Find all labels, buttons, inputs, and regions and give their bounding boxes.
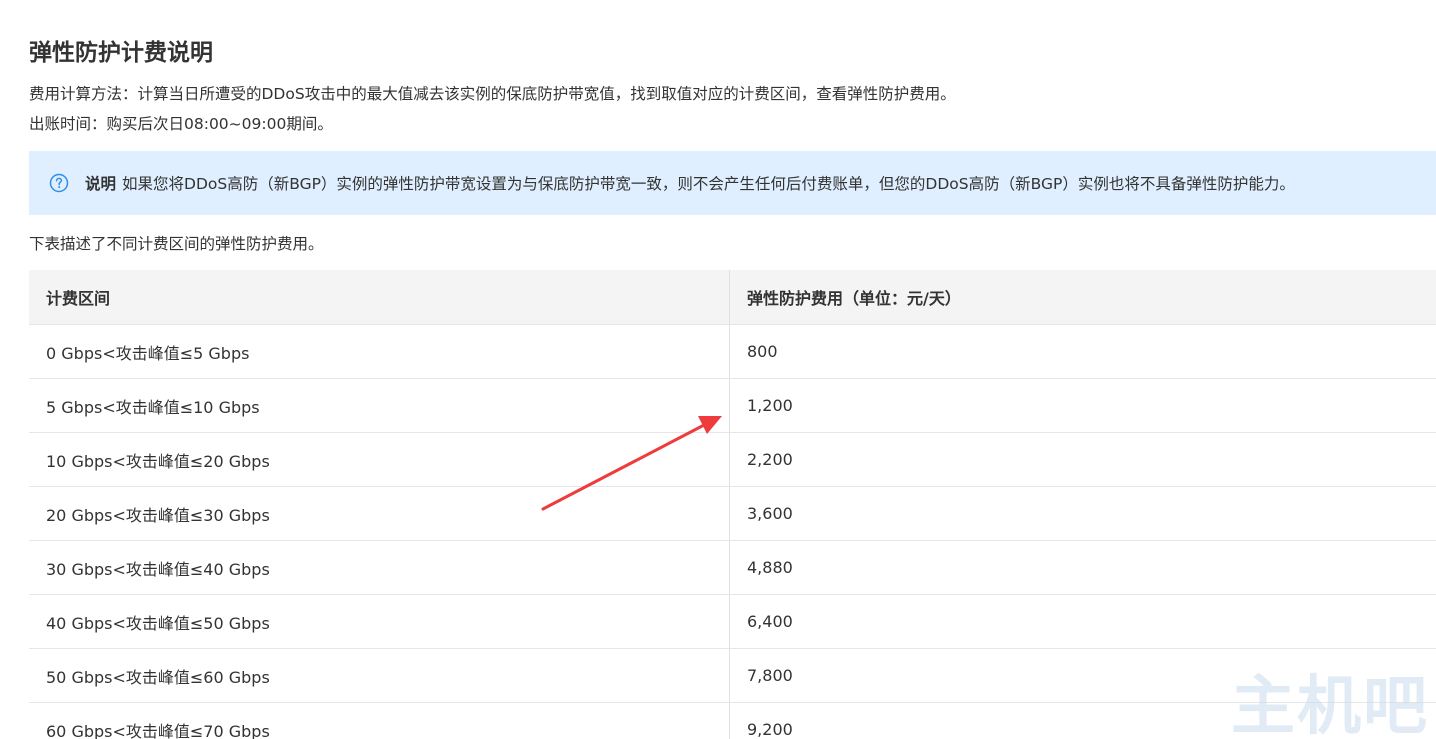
range-cell: 40 Gbps<攻击峰值≤50 Gbps <box>29 594 730 649</box>
billing-method-text: 费用计算方法：计算当日所遭受的DDoS攻击中的最大值减去该实例的保底防护带宽值，… <box>29 85 956 103</box>
fee-cell: 6,400 <box>729 594 1436 649</box>
range-cell: 5 Gbps<攻击峰值≤10 Gbps <box>29 378 730 433</box>
table-row: 20 Gbps<攻击峰值≤30 Gbps 3,600 <box>29 486 1436 541</box>
pricing-table: 计费区间 弹性防护费用（单位：元/天） 0 Gbps<攻击峰值≤5 Gbps 8… <box>29 270 1436 739</box>
table-row: 30 Gbps<攻击峰值≤40 Gbps 4,880 <box>29 540 1436 595</box>
question-circle-icon <box>49 173 69 193</box>
table-header-row: 计费区间 弹性防护费用（单位：元/天） <box>29 270 1436 325</box>
column-header-fee: 弹性防护费用（单位：元/天） <box>729 270 1436 325</box>
fee-cell: 3,600 <box>729 486 1436 541</box>
range-cell: 60 Gbps<攻击峰值≤70 Gbps <box>29 702 730 739</box>
range-cell: 10 Gbps<攻击峰值≤20 Gbps <box>29 432 730 487</box>
table-row: 60 Gbps<攻击峰值≤70 Gbps 9,200 <box>29 702 1436 739</box>
table-row: 40 Gbps<攻击峰值≤50 Gbps 6,400 <box>29 594 1436 649</box>
note-callout: 说明 如果您将DDoS高防（新BGP）实例的弹性防护带宽设置为与保底防护带宽一致… <box>29 151 1436 215</box>
range-cell: 20 Gbps<攻击峰值≤30 Gbps <box>29 486 730 541</box>
billing-time-text: 出账时间：购买后次日08:00~09:00期间。 <box>29 115 333 133</box>
note-text: 如果您将DDoS高防（新BGP）实例的弹性防护带宽设置为与保底防护带宽一致，则不… <box>122 175 1295 193</box>
fee-cell: 1,200 <box>729 378 1436 433</box>
range-cell: 30 Gbps<攻击峰值≤40 Gbps <box>29 540 730 595</box>
table-intro-text: 下表描述了不同计费区间的弹性防护费用。 <box>29 235 324 253</box>
fee-cell: 4,880 <box>729 540 1436 595</box>
page-title: 弹性防护计费说明 <box>29 40 213 66</box>
watermark-logo: 主机吧 <box>1231 669 1429 739</box>
fee-cell: 2,200 <box>729 432 1436 487</box>
table-row: 10 Gbps<攻击峰值≤20 Gbps 2,200 <box>29 432 1436 487</box>
table-row: 5 Gbps<攻击峰值≤10 Gbps 1,200 <box>29 378 1436 433</box>
fee-cell: 800 <box>729 324 1436 379</box>
note-label: 说明 <box>85 175 117 193</box>
range-cell: 0 Gbps<攻击峰值≤5 Gbps <box>29 324 730 379</box>
document-page: 弹性防护计费说明 费用计算方法：计算当日所遭受的DDoS攻击中的最大值减去该实例… <box>0 0 1436 739</box>
column-header-range: 计费区间 <box>29 270 730 325</box>
table-row: 50 Gbps<攻击峰值≤60 Gbps 7,800 <box>29 648 1436 703</box>
table-row: 0 Gbps<攻击峰值≤5 Gbps 800 <box>29 324 1436 379</box>
range-cell: 50 Gbps<攻击峰值≤60 Gbps <box>29 648 730 703</box>
